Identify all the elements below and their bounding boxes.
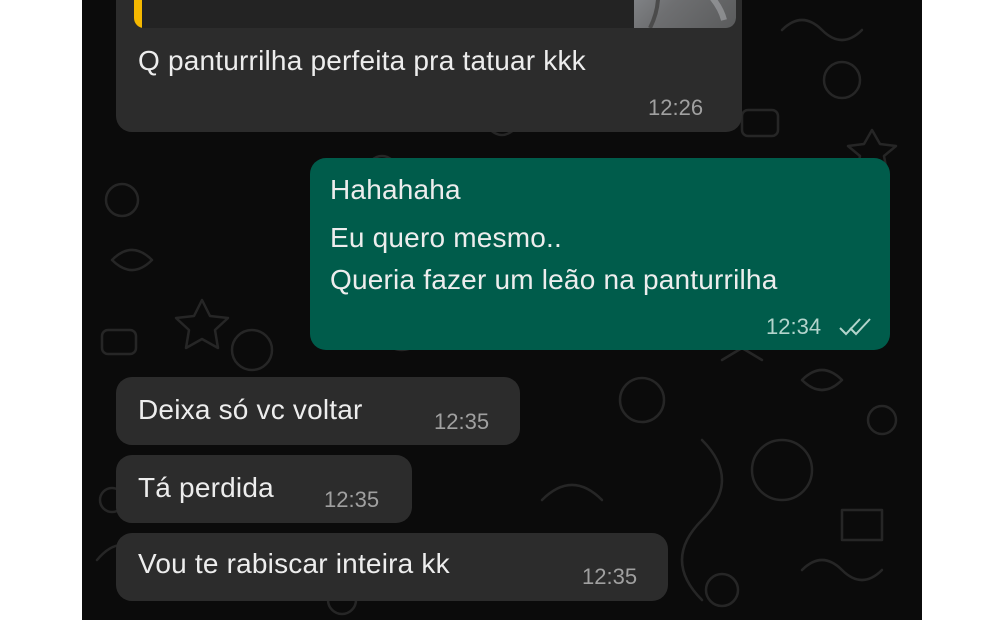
outgoing-message-bubble[interactable]: Hahahaha Eu quero mesmo.. Queria fazer u…: [310, 158, 890, 350]
message-text: Deixa só vc voltar: [138, 394, 363, 425]
message-text: Tá perdida: [138, 472, 274, 503]
incoming-message-bubble[interactable]: Tá perdida 12:35: [116, 455, 412, 523]
chat-area[interactable]: Q panturrilha perfeita pra tatuar kkk 12…: [82, 0, 922, 620]
message-time: 12:35: [324, 487, 380, 512]
double-check-icon: [839, 318, 871, 336]
incoming-message-bubble[interactable]: Deixa só vc voltar 12:35: [116, 377, 520, 445]
quoted-image-thumbnail: [634, 0, 736, 28]
quote-accent-bar: [134, 0, 142, 28]
incoming-message-bubble[interactable]: Q panturrilha perfeita pra tatuar kkk 12…: [116, 0, 742, 132]
incoming-message-bubble[interactable]: Vou te rabiscar inteira kk 12:35: [116, 533, 668, 601]
message-line: Eu quero mesmo..: [330, 222, 562, 253]
message-text: Vou te rabiscar inteira kk: [138, 548, 450, 579]
message-time: 12:34: [766, 314, 822, 339]
message-time: 12:35: [582, 564, 638, 589]
message-time: 12:26: [648, 95, 704, 120]
quoted-reply-preview[interactable]: [134, 0, 736, 28]
message-line: Hahahaha: [330, 174, 461, 205]
message-line: Queria fazer um leão na panturrilha: [330, 264, 778, 295]
message-time: 12:35: [434, 409, 490, 434]
message-text: Q panturrilha perfeita pra tatuar kkk: [138, 45, 586, 76]
